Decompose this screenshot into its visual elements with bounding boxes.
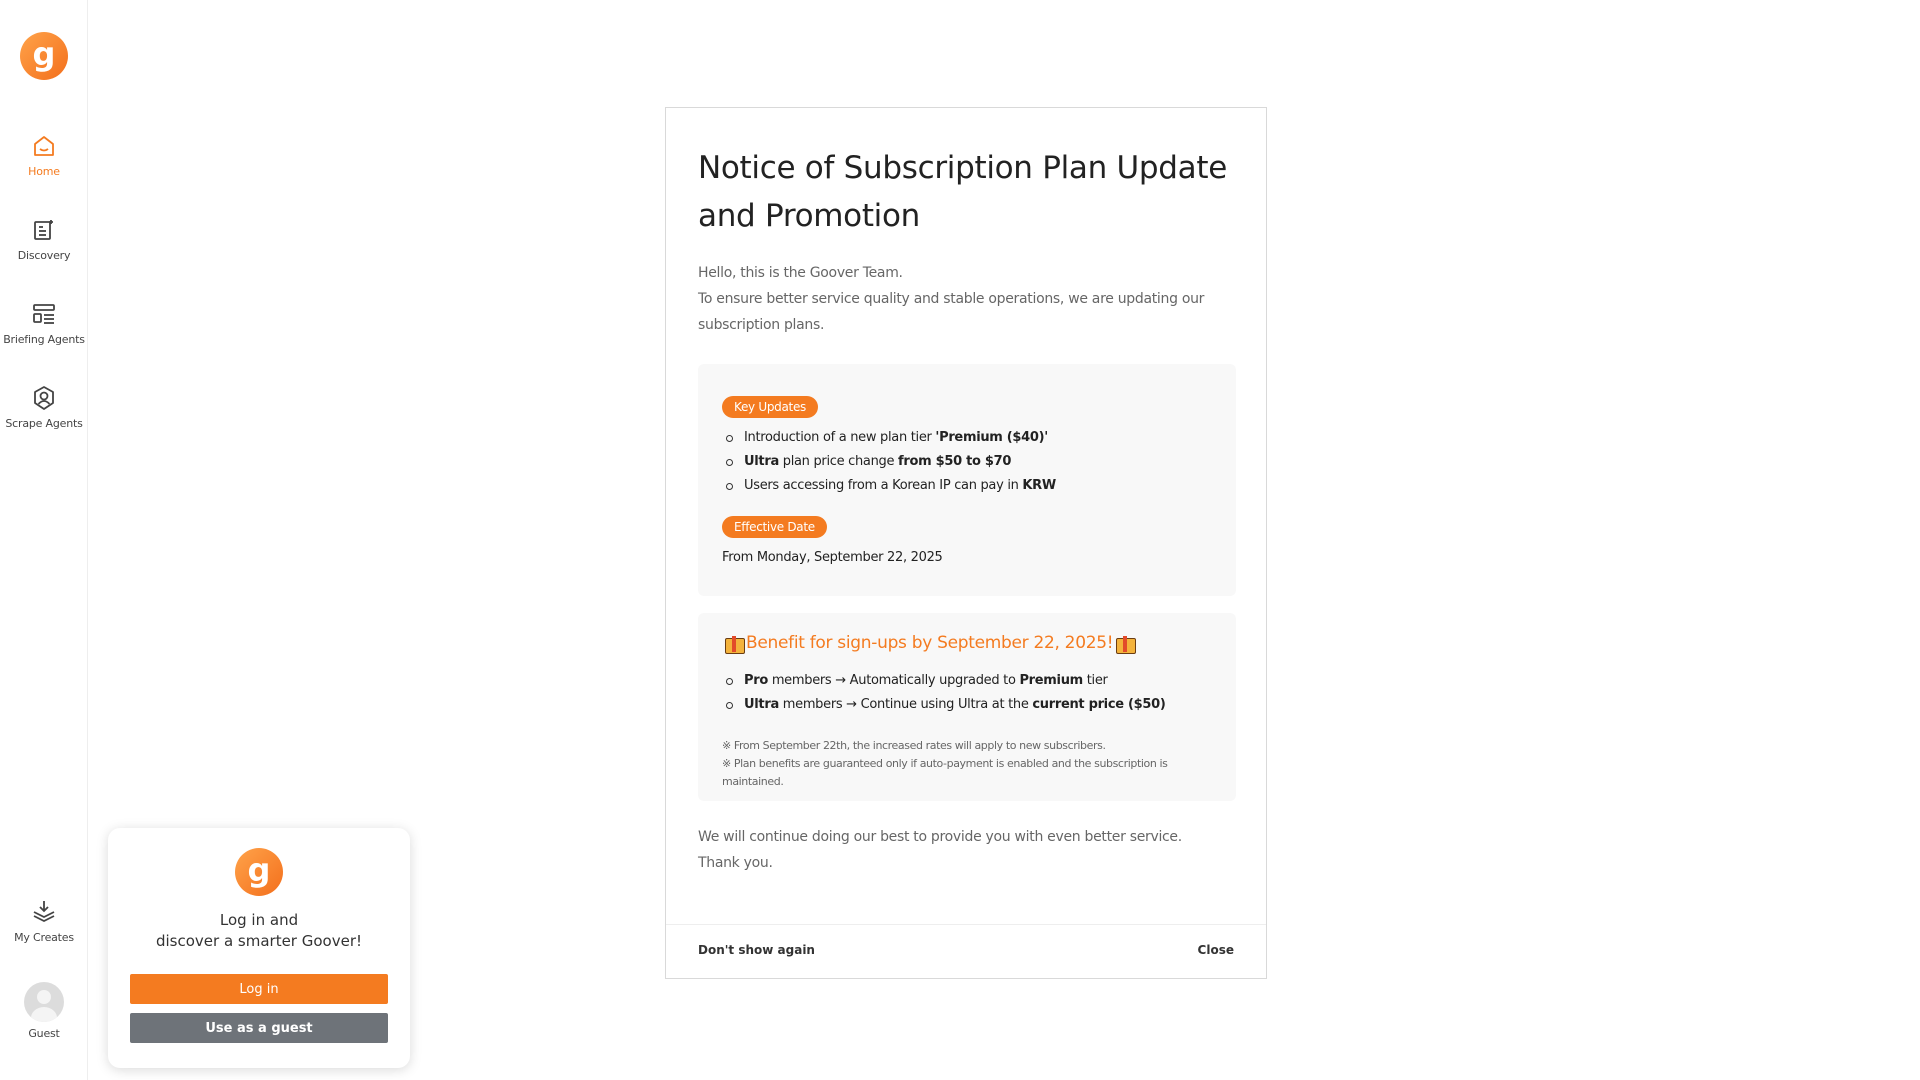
benefit-notes: ※ From September 22th, the increased rat… [722,739,1168,788]
scrape-icon [34,386,54,410]
nav-my-creates[interactable]: My Creates [0,898,88,944]
goover-logo: g [235,848,283,896]
gift-icon [724,633,745,654]
list-item: Pro members → Automatically upgraded to … [724,669,1224,693]
avatar [24,982,64,1022]
nav-scrape-agents[interactable]: Scrape Agents [0,384,88,430]
download-stack-icon [33,901,55,923]
key-updates-list: Introduction of a new plan tier 'Premium… [724,426,1224,498]
nav-scrape-label: Scrape Agents [5,417,83,430]
home-icon [34,136,54,156]
benefit-list: Pro members → Automatically upgraded to … [724,669,1224,717]
list-item: Ultra members → Continue using Ultra at … [724,693,1224,717]
briefing-icon [33,304,55,324]
benefit-panel: Benefit for sign-ups by September 22, 20… [698,613,1236,801]
key-updates-badge: Key Updates [722,396,818,418]
sidebar: g Home Discovery Briefing Agents Scrape … [0,0,88,1080]
modal-title: Notice of Subscription Plan Update and P… [698,150,1227,234]
login-prompt-card: g Log in and discover a smarter Goover! … [108,828,410,1068]
nav-guest-label: Guest [28,1027,60,1040]
subscription-notice-modal: Notice of Subscription Plan Update and P… [665,107,1267,979]
effective-date-text: From Monday, September 22, 2025 [722,550,943,565]
use-as-guest-button[interactable]: Use as a guest [130,1013,388,1043]
effective-date-badge: Effective Date [722,516,827,538]
login-message: Log in and discover a smarter Goover! [155,911,363,950]
nav-guest[interactable]: Guest [0,982,88,1040]
nav-discovery-label: Discovery [17,249,71,262]
nav-home-label: Home [28,165,60,178]
key-updates-panel: Key Updates Introduction of a new plan t… [698,364,1236,596]
nav-briefing-label: Briefing Agents [3,333,85,346]
list-item: Users accessing from a Korean IP can pay… [724,474,1224,498]
list-item: Ultra plan price change from $50 to $70 [724,450,1224,474]
login-button[interactable]: Log in [130,974,388,1004]
modal-footer: Don't show again Close [666,924,1266,979]
close-button[interactable]: Close [1198,943,1234,957]
list-item: Introduction of a new plan tier 'Premium… [724,426,1224,450]
nav-home[interactable]: Home [0,132,88,178]
nav-my-creates-label: My Creates [14,931,74,944]
discovery-icon [34,220,53,240]
benefit-title: Benefit for sign-ups by September 22, 20… [722,633,1137,654]
nav-discovery[interactable]: Discovery [0,216,88,262]
modal-closing: We will continue doing our best to provi… [698,829,1182,871]
dont-show-again-button[interactable]: Don't show again [698,943,815,957]
goover-logo[interactable]: g [20,32,68,80]
modal-intro: Hello, this is the Goover Team. To ensur… [698,265,1205,333]
nav-briefing-agents[interactable]: Briefing Agents [0,300,88,346]
gift-icon [1115,633,1137,654]
